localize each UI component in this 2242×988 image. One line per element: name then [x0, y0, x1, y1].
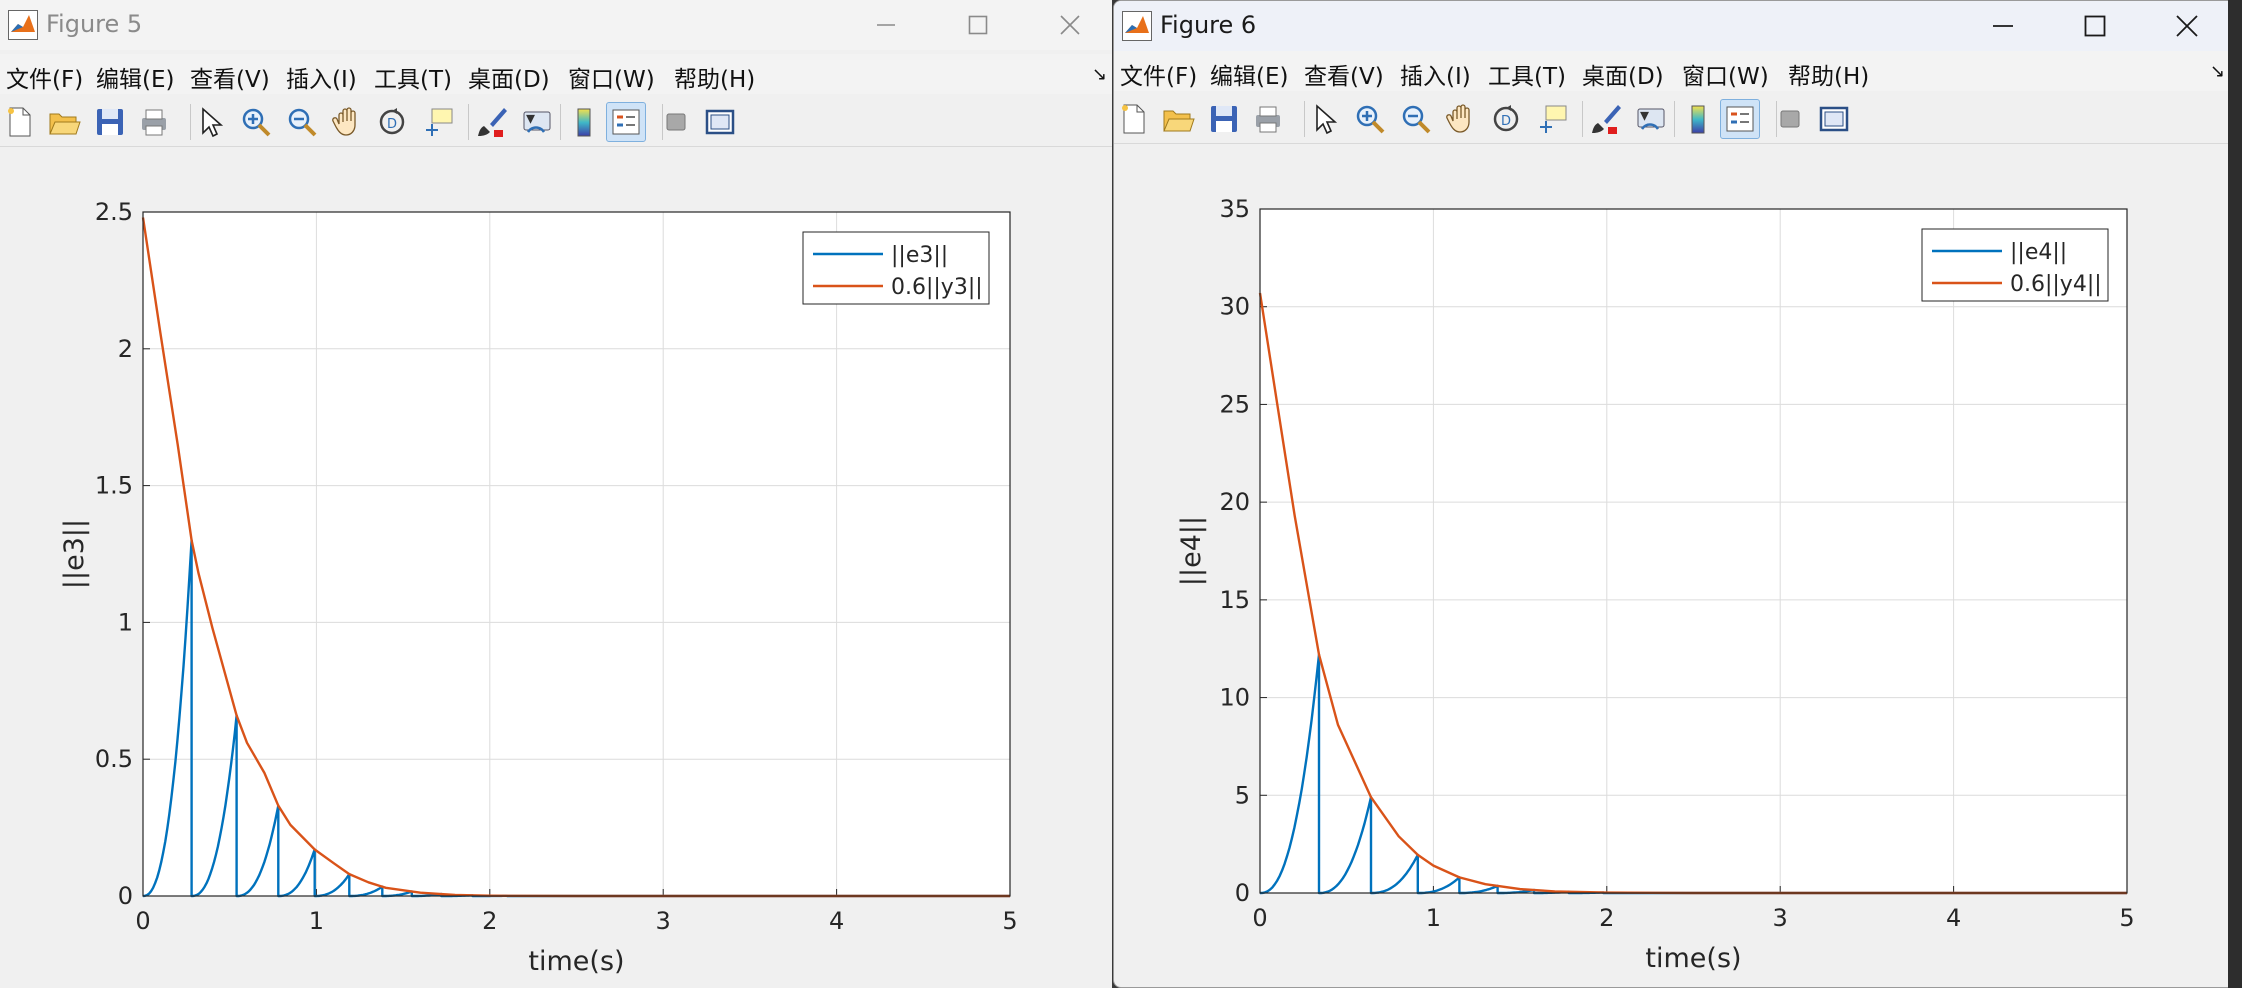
y-tick-label: 15	[1219, 586, 1250, 614]
figure-6-window[interactable]: Figure 6 文件(F) 编辑(E) 查看(V) 插入(I) 工具(T) 桌…	[1113, 0, 2242, 988]
y-axis-label: ||e3||	[59, 519, 90, 589]
x-tick-label: 1	[1426, 904, 1441, 932]
legend-label: 0.6||y4||	[2010, 272, 2102, 297]
x-tick-label: 5	[2119, 904, 2134, 932]
legend-label: ||e4||	[2010, 240, 2067, 265]
x-tick-label: 0	[1252, 904, 1267, 932]
y-axis-label: ||e4||	[1176, 516, 1207, 586]
y-tick-label: 35	[1219, 195, 1250, 223]
x-tick-label: 0	[135, 907, 150, 935]
x-tick-label: 5	[1002, 907, 1017, 935]
figure-5-window[interactable]: Figure 5 文件(F) 编辑(E) 查看(V) 插入(I) 工具(T) 桌…	[0, 0, 1112, 988]
x-tick-label: 2	[1599, 904, 1614, 932]
plot-area[interactable]: 0 1 2 3 4 5 0 0.5 1 1.5 2 2.5 time(s) ||e3|| ||e3|| 0.6…	[0, 0, 1112, 988]
y-tick-label: 1	[118, 608, 133, 636]
axes-background	[1260, 209, 2127, 893]
y-tick-label: 20	[1219, 488, 1250, 516]
legend-label: 0.6||y3||	[891, 275, 983, 300]
y-tick-label: 0	[118, 882, 133, 910]
x-tick-label: 4	[829, 907, 844, 935]
y-tick-label: 2.5	[95, 198, 133, 226]
x-axis-label: time(s)	[528, 946, 624, 977]
y-tick-label: 10	[1219, 684, 1250, 712]
desktop-edge	[2228, 0, 2242, 988]
y-tick-label: 25	[1219, 390, 1250, 418]
plot-area[interactable]: 0 1 2 3 4 5 0 5 10 15 20 25 30 35 time(s) ||e4|| ||e4|| 0…	[1114, 1, 2242, 988]
y-tick-label: 0.5	[95, 745, 133, 773]
y-tick-label: 0	[1235, 879, 1250, 907]
x-tick-label: 4	[1946, 904, 1961, 932]
x-tick-label: 3	[1773, 904, 1788, 932]
y-tick-label: 2	[118, 335, 133, 363]
x-tick-label: 1	[309, 907, 324, 935]
x-axis-label: time(s)	[1645, 943, 1741, 974]
y-tick-label: 5	[1235, 781, 1250, 809]
x-tick-label: 2	[482, 907, 497, 935]
y-tick-label: 1.5	[95, 472, 133, 500]
legend-label: ||e3||	[891, 243, 948, 268]
x-tick-label: 3	[656, 907, 671, 935]
y-tick-label: 30	[1219, 293, 1250, 321]
